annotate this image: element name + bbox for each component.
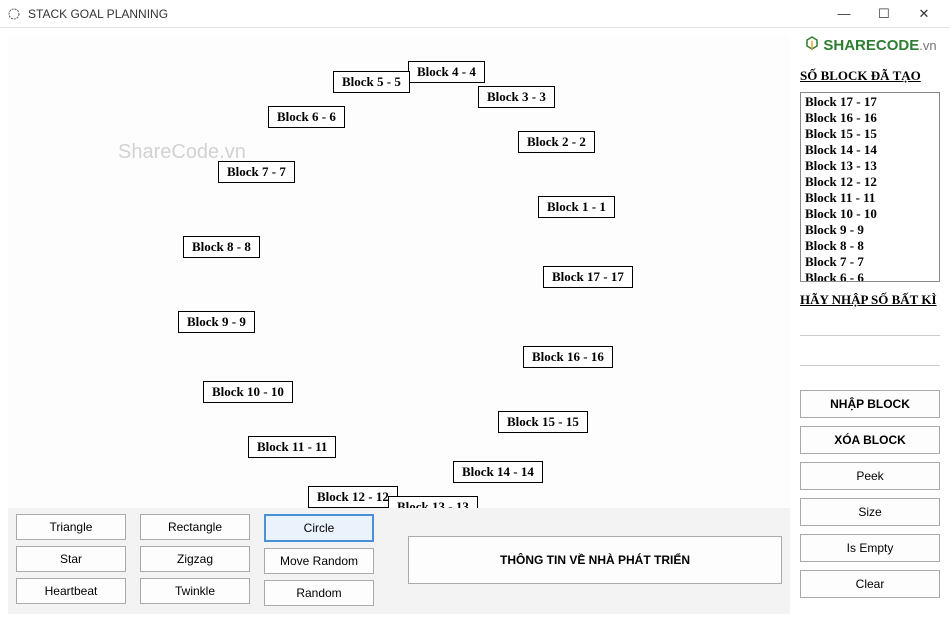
- random-button[interactable]: Random: [264, 580, 374, 606]
- list-item[interactable]: Block 6 - 6: [803, 270, 937, 282]
- block-canvas: ShareCode.vn Block 4 - 4Block 5 - 5Block…: [8, 36, 790, 514]
- block[interactable]: Block 6 - 6: [268, 106, 345, 128]
- close-button[interactable]: ✕: [904, 1, 944, 27]
- block[interactable]: Block 5 - 5: [333, 71, 410, 93]
- nh-p-block-button[interactable]: NHẬP BLOCK: [800, 390, 940, 418]
- list-item[interactable]: Block 16 - 16: [803, 110, 937, 126]
- canvas-area: ShareCode.vn Block 4 - 4Block 5 - 5Block…: [8, 36, 790, 614]
- created-blocks-heading: SỐ BLOCK ĐÃ TẠO: [800, 68, 940, 84]
- block[interactable]: Block 17 - 17: [543, 266, 633, 288]
- list-item[interactable]: Block 12 - 12: [803, 174, 937, 190]
- block[interactable]: Block 7 - 7: [218, 161, 295, 183]
- is-empty-button[interactable]: Is Empty: [800, 534, 940, 562]
- number-input-1[interactable]: [800, 316, 940, 336]
- twinkle-button[interactable]: Twinkle: [140, 578, 250, 604]
- bottom-button-bar: Triangle Star Heartbeat Rectangle Zigzag Twi…: [8, 508, 790, 614]
- list-item[interactable]: Block 11 - 11: [803, 190, 937, 206]
- block[interactable]: Block 12 - 12: [308, 486, 398, 508]
- window-controls: — ☐ ✕: [824, 1, 944, 27]
- list-item[interactable]: Block 8 - 8: [803, 238, 937, 254]
- maximize-button[interactable]: ☐: [864, 1, 904, 27]
- developer-info-button[interactable]: THÔNG TIN VỀ NHÀ PHÁT TRIỂN: [408, 536, 782, 584]
- block[interactable]: Block 8 - 8: [183, 236, 260, 258]
- zigzag-button[interactable]: Zigzag: [140, 546, 250, 572]
- sidebar: SHARECODE.vn SỐ BLOCK ĐÃ TẠO Block 17 - …: [794, 28, 950, 618]
- list-item[interactable]: Block 7 - 7: [803, 254, 937, 270]
- heartbeat-button[interactable]: Heartbeat: [16, 578, 126, 604]
- x-a-block-button[interactable]: XÓA BLOCK: [800, 426, 940, 454]
- rectangle-button[interactable]: Rectangle: [140, 514, 250, 540]
- list-item[interactable]: Block 13 - 13: [803, 158, 937, 174]
- block[interactable]: Block 15 - 15: [498, 411, 588, 433]
- list-item[interactable]: Block 9 - 9: [803, 222, 937, 238]
- logo-text: SHARECODE: [823, 37, 919, 54]
- block[interactable]: Block 4 - 4: [408, 61, 485, 83]
- list-item[interactable]: Block 10 - 10: [803, 206, 937, 222]
- move-random-button[interactable]: Move Random: [264, 548, 374, 574]
- app-icon: [6, 6, 22, 22]
- block[interactable]: Block 1 - 1: [538, 196, 615, 218]
- list-item[interactable]: Block 15 - 15: [803, 126, 937, 142]
- clear-button[interactable]: Clear: [800, 570, 940, 598]
- block[interactable]: Block 14 - 14: [453, 461, 543, 483]
- input-heading: HÃY NHẬP SỐ BẤT KÌ: [800, 292, 940, 308]
- block[interactable]: Block 2 - 2: [518, 131, 595, 153]
- block[interactable]: Block 9 - 9: [178, 311, 255, 333]
- logo-suffix: .vn: [919, 38, 936, 53]
- sharecode-logo: SHARECODE.vn: [800, 36, 940, 54]
- circle-button[interactable]: Circle: [264, 514, 374, 542]
- minimize-button[interactable]: —: [824, 1, 864, 27]
- titlebar: STACK GOAL PLANNING — ☐ ✕: [0, 0, 950, 28]
- triangle-button[interactable]: Triangle: [16, 514, 126, 540]
- block[interactable]: Block 3 - 3: [478, 86, 555, 108]
- window-title: STACK GOAL PLANNING: [28, 7, 824, 21]
- list-item[interactable]: Block 17 - 17: [803, 94, 937, 110]
- number-input-2[interactable]: [800, 346, 940, 366]
- block[interactable]: Block 16 - 16: [523, 346, 613, 368]
- block[interactable]: Block 10 - 10: [203, 381, 293, 403]
- block-listbox[interactable]: Block 17 - 17Block 16 - 16Block 15 - 15B…: [800, 92, 940, 282]
- star-button[interactable]: Star: [16, 546, 126, 572]
- block[interactable]: Block 11 - 11: [248, 436, 336, 458]
- size-button[interactable]: Size: [800, 498, 940, 526]
- peek-button[interactable]: Peek: [800, 462, 940, 490]
- list-item[interactable]: Block 14 - 14: [803, 142, 937, 158]
